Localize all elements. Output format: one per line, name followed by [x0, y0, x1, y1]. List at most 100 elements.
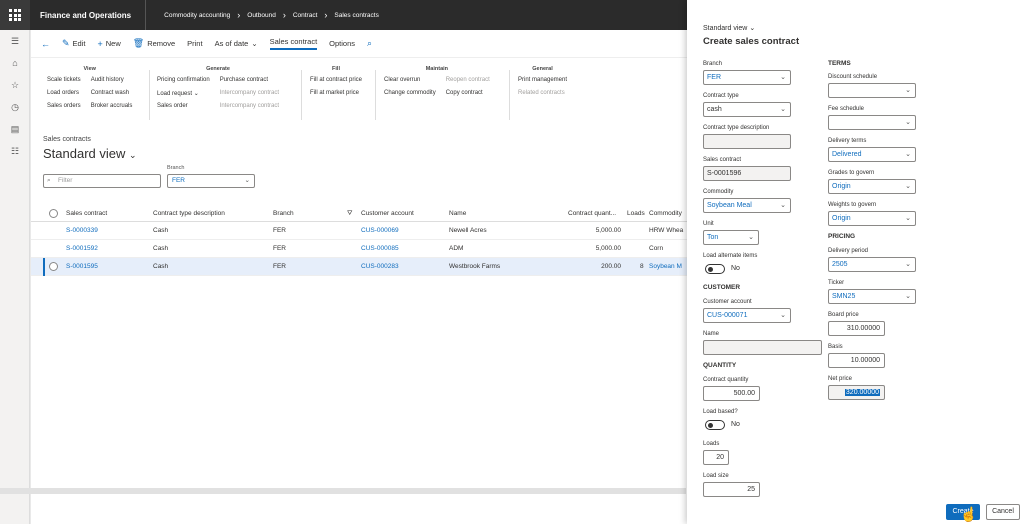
commodity-select[interactable]: Soybean Meal ⌄ [703, 198, 791, 213]
as-of-date-button[interactable]: As of date ⌄ [215, 39, 258, 48]
column-header[interactable]: Branch [273, 210, 294, 217]
delivery-terms-select[interactable]: Delivered ⌄ [828, 147, 916, 162]
ribbon-item[interactable]: Change commodity [384, 90, 436, 103]
customer-link[interactable]: CUS-000085 [361, 245, 399, 252]
ribbon-item[interactable]: Related contracts [518, 90, 567, 103]
breadcrumb-item[interactable]: Sales contracts [334, 12, 378, 19]
ribbon-item[interactable]: Load orders [47, 90, 81, 103]
filter-icon[interactable]: ⛛ [347, 210, 352, 218]
chevron-right-icon: › [324, 10, 328, 20]
column-header[interactable]: Sales contract [66, 210, 107, 217]
column-header[interactable]: Customer account [361, 210, 414, 217]
view-selector[interactable]: Standard view ⌄ [31, 146, 687, 161]
new-button[interactable]: + New [97, 39, 120, 49]
loads-input[interactable]: 20 [703, 450, 729, 465]
search-icon: ⌕ [367, 38, 373, 48]
ribbon-item[interactable]: Fill at contract price [310, 77, 362, 90]
customer-link[interactable]: CUS-000069 [361, 227, 399, 234]
weights-to-govern-label: Weights to govern [828, 202, 877, 208]
star-icon[interactable]: ☆ [0, 74, 30, 96]
select-all-radio[interactable] [49, 209, 58, 218]
weights-to-govern-select[interactable]: Origin ⌄ [828, 211, 916, 226]
breadcrumb-item[interactable]: Commodity accounting [164, 12, 230, 19]
app-launcher-button[interactable] [0, 0, 30, 30]
ribbon-item[interactable]: Sales orders [47, 103, 81, 116]
branch-filter-select[interactable]: FER ⌄ [167, 174, 255, 188]
hamburger-icon[interactable]: ☰ [0, 30, 30, 52]
ribbon-item[interactable]: Fill at market price [310, 90, 362, 103]
load-size-label: Load size [703, 473, 729, 479]
ribbon-group-general: General Print management Related contrac… [518, 66, 567, 103]
grid-header: Sales contract Contract type description… [31, 206, 687, 222]
ribbon-item[interactable]: Clear overrun [384, 77, 436, 90]
filter-input[interactable]: ⌕ Filter [43, 174, 161, 188]
customer-account-select[interactable]: CUS-000071 ⌄ [703, 308, 791, 323]
column-header[interactable]: Commodity [649, 210, 682, 217]
basis-input[interactable]: 10.00000 [828, 353, 885, 368]
table-row[interactable]: S-0001592 Cash FER CUS-000085 ADM 5,000.… [31, 240, 687, 258]
discount-schedule-select[interactable]: ⌄ [828, 83, 916, 98]
home-icon[interactable]: ⌂ [0, 52, 30, 74]
ribbon-item[interactable]: Contract wash [91, 90, 133, 103]
load-based-toggle[interactable] [705, 420, 725, 430]
ribbon-item[interactable]: Audit history [91, 77, 133, 90]
unit-select[interactable]: Ton ⌄ [703, 230, 759, 245]
back-button[interactable]: ← [41, 39, 50, 49]
clock-icon[interactable]: ◷ [0, 96, 30, 118]
print-button[interactable]: Print [187, 39, 202, 48]
list-icon[interactable]: ☷ [0, 140, 30, 162]
grades-to-govern-select[interactable]: Origin ⌄ [828, 179, 916, 194]
contract-link[interactable]: S-0001595 [66, 263, 98, 270]
panel-view-selector[interactable]: Standard view ⌄ [703, 24, 755, 32]
delivery-period-select[interactable]: 2505 ⌄ [828, 257, 916, 272]
load-alternate-toggle[interactable] [705, 264, 725, 274]
chevron-down-icon: ⌄ [748, 234, 754, 241]
branch-label: Branch [703, 61, 723, 67]
remove-button[interactable]: 🗑 Remove [133, 38, 175, 49]
horizontal-scrollbar[interactable] [0, 488, 686, 494]
customer-link[interactable]: CUS-000283 [361, 263, 399, 270]
column-header[interactable]: Name [449, 210, 466, 217]
search-button[interactable]: ⌕ [367, 38, 372, 49]
ribbon-item[interactable]: Intercompany contract [220, 103, 279, 116]
column-header[interactable]: Contract quant... [568, 210, 616, 217]
chevron-down-icon: ⌄ [905, 215, 911, 222]
ribbon-item[interactable]: Load request ⌄ [157, 90, 210, 103]
cancel-button[interactable]: Cancel [986, 504, 1020, 520]
contract-type-desc-field [703, 134, 791, 149]
table-row[interactable]: S-0001595 Cash FER CUS-000283 Westbrook … [31, 258, 687, 276]
contract-link[interactable]: S-0001592 [66, 245, 98, 252]
column-header[interactable]: Contract type description [153, 210, 225, 217]
tab-sales-contract[interactable]: Sales contract [269, 37, 318, 50]
plus-icon: + [97, 38, 103, 49]
ribbon-item[interactable]: Pricing confirmation [157, 77, 210, 90]
ribbon-item[interactable]: Scale tickets [47, 77, 81, 90]
chevron-down-icon: ⌄ [905, 293, 911, 300]
ribbon-item[interactable]: Intercompany contract [220, 90, 279, 103]
column-header[interactable]: Loads [627, 210, 645, 217]
breadcrumb-item[interactable]: Outbound [247, 12, 276, 19]
fee-schedule-select[interactable]: ⌄ [828, 115, 916, 130]
branch-select[interactable]: FER ⌄ [703, 70, 791, 85]
row-select-radio[interactable] [49, 262, 58, 271]
table-row[interactable]: S-0000339 Cash FER CUS-000069 Newell Acr… [31, 222, 687, 240]
ribbon-item[interactable]: Purchase contract [220, 77, 279, 90]
contract-link[interactable]: S-0000339 [66, 227, 98, 234]
breadcrumb-item[interactable]: Contract [293, 12, 318, 19]
ribbon-item[interactable]: Copy contract [446, 90, 490, 103]
edit-button[interactable]: ✎ Edit [62, 38, 85, 49]
ribbon-item[interactable]: Print management [518, 77, 567, 90]
app-title[interactable]: Finance and Operations [30, 0, 147, 30]
contract-type-select[interactable]: cash ⌄ [703, 102, 791, 117]
board-price-input[interactable]: 310.00000 [828, 321, 885, 336]
contract-quantity-input[interactable]: 500.00 [703, 386, 760, 401]
ribbon-item[interactable]: Reopen contract [446, 77, 490, 90]
tab-options[interactable]: Options [329, 39, 355, 48]
selected-indicator [43, 258, 45, 276]
ticker-select[interactable]: SMN25 ⌄ [828, 289, 916, 304]
ribbon-item[interactable]: Broker accruals [91, 103, 133, 116]
workspace-icon[interactable]: ▤ [0, 118, 30, 140]
chevron-down-icon: ⌄ [780, 312, 786, 319]
load-size-input[interactable]: 25 [703, 482, 760, 497]
ribbon-item[interactable]: Sales order [157, 103, 210, 116]
